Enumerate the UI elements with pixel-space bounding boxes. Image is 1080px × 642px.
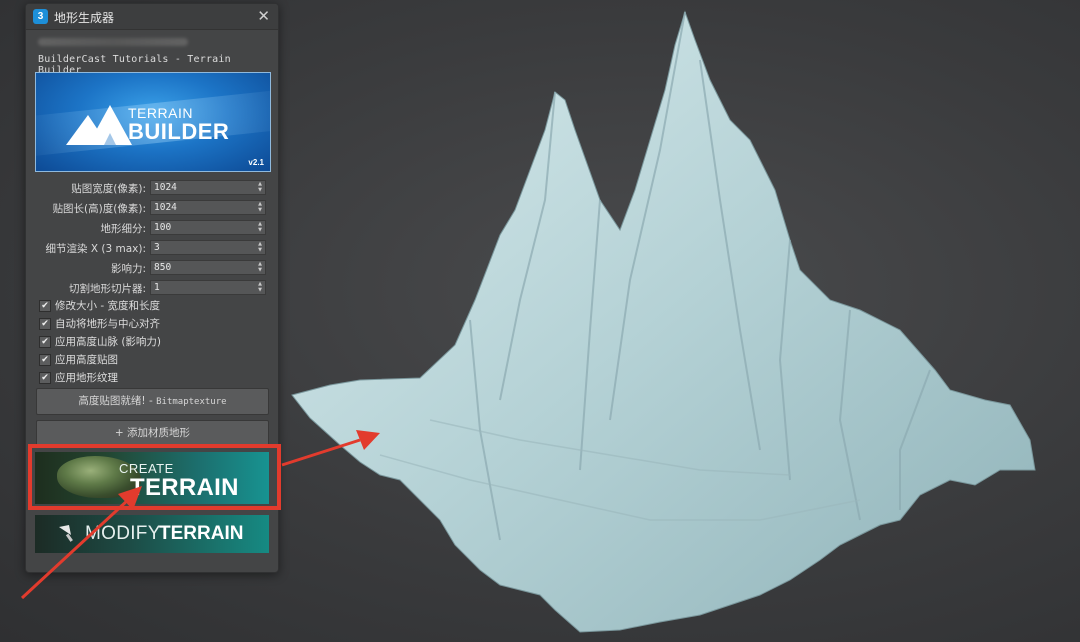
annotation-arrows [20,430,380,600]
arrow-to-terrain [281,438,361,467]
arrow-to-button [20,498,130,600]
